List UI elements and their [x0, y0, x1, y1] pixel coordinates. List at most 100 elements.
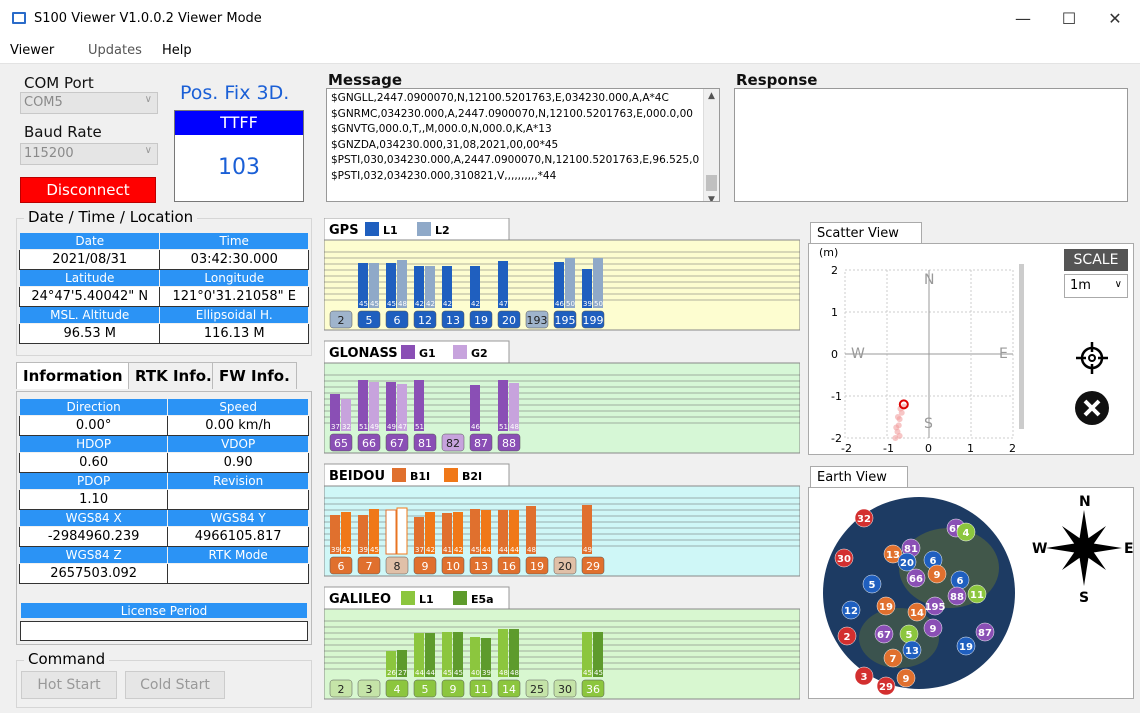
satellite-label: 19	[879, 602, 893, 613]
menu-help[interactable]: Help	[162, 43, 192, 58]
field-value: 03:42:30.000	[159, 249, 309, 270]
scatter-point	[894, 414, 901, 420]
close-button[interactable]: ✕	[1092, 4, 1138, 34]
legend-swatch	[453, 345, 467, 359]
satellite-label: 20	[900, 558, 914, 569]
earth-plot: 3265 430 138120 666 96588 1112 19141952 67 59 871…	[823, 494, 1133, 696]
chevron-down-icon: ∨	[144, 145, 152, 156]
field-value: 0.00°	[18, 415, 169, 436]
date-time-location-title: Date / Time / Location	[24, 208, 198, 226]
ttff-value: 103	[218, 155, 260, 180]
scroll-thumb[interactable]	[706, 174, 717, 191]
legend-swatch	[444, 468, 458, 482]
prn-label: 4	[394, 683, 401, 696]
com-port-label: COM Port	[24, 74, 94, 92]
signal-value: 27	[398, 669, 407, 677]
legend-swatch	[401, 591, 415, 605]
scatter-xtick: 2	[1009, 442, 1016, 454]
field-value: 0.00 km/h	[167, 415, 309, 436]
clear-button[interactable]	[1074, 390, 1110, 426]
signal-value: 44	[499, 546, 508, 554]
prn-label: 19	[530, 560, 544, 573]
scroll-up-icon[interactable]: ▲	[704, 89, 719, 105]
legend-label: L1	[419, 593, 434, 606]
com-port-value: COM5	[24, 95, 63, 110]
tab-scatter-view[interactable]: Scatter View	[810, 222, 922, 244]
signal-value: 48	[499, 669, 508, 677]
scale-select[interactable]: 1m ∨	[1064, 274, 1128, 298]
license-period-value	[20, 621, 308, 641]
ttff-panel: TTFF 103	[174, 110, 304, 202]
signal-value: 45	[443, 669, 452, 677]
field-label: HDOP	[18, 435, 169, 453]
satellite-label: 87	[978, 628, 992, 639]
signal-value: 39	[359, 546, 368, 554]
scatter-xtick: -2	[841, 442, 852, 454]
signal-value: 49	[387, 423, 396, 431]
window-title: S100 Viewer V1.0.0.2 Viewer Mode	[34, 11, 262, 26]
signal-value: 44	[387, 546, 396, 554]
scale-label: SCALE	[1064, 249, 1128, 271]
satellite-label: 9	[930, 624, 937, 635]
tab-information[interactable]: Information	[16, 362, 130, 389]
prn-label: 2	[338, 683, 345, 696]
menu-updates[interactable]: Updates	[88, 43, 142, 58]
prn-label: 5	[366, 314, 373, 327]
tab-rtk-info[interactable]: RTK Info.	[128, 362, 219, 389]
satellite-label: 3	[861, 672, 868, 683]
maximize-button[interactable]: ☐	[1046, 4, 1092, 34]
satellite-label: 19	[959, 642, 973, 653]
com-port-select[interactable]: COM5 ∨	[20, 92, 158, 114]
chart-title: GLONASS	[329, 346, 398, 361]
chart-title: GALILEO	[329, 592, 391, 607]
satellite-label: 9	[934, 570, 941, 581]
scatter-xtick: 0	[925, 442, 932, 454]
field-label: Speed	[167, 398, 309, 416]
menu-viewer[interactable]: Viewer	[10, 43, 54, 58]
satellite-label: 14	[910, 608, 924, 619]
disconnect-button[interactable]: Disconnect	[20, 177, 156, 203]
field-label: Longitude	[159, 269, 309, 287]
legend-label: G2	[471, 347, 488, 360]
scatter-point	[893, 424, 900, 431]
message-scrollbar[interactable]: ▲ ▼	[703, 89, 719, 201]
field-label: RTK Mode	[167, 546, 309, 564]
prn-label: 87	[474, 437, 488, 450]
signal-value: 42	[443, 300, 452, 308]
signal-value: 48	[527, 546, 536, 554]
signal-value: 45	[471, 546, 480, 554]
scatter-ytick: 2	[831, 264, 838, 277]
signal-value: 37	[331, 423, 340, 431]
compass-e: E	[1124, 541, 1133, 557]
field-value: 2021/08/31	[18, 249, 161, 270]
field-value: 121°0'31.21058" E	[159, 286, 309, 307]
prn-label: 10	[446, 560, 460, 573]
message-box[interactable]: $GNGLL,2447.0900070,N,12100.5201763,E,03…	[326, 88, 720, 202]
prn-label: 65	[334, 437, 348, 450]
field-value: 116.13 M	[159, 323, 309, 344]
satellite-label: 195	[925, 602, 946, 613]
field-label: WGS84 Z	[18, 546, 169, 564]
prn-label: 30	[558, 683, 572, 696]
signal-value: 45	[370, 300, 379, 308]
scroll-down-icon[interactable]: ▼	[704, 193, 719, 202]
tab-earth-view[interactable]: Earth View	[810, 466, 908, 488]
prn-label: 88	[502, 437, 516, 450]
center-button[interactable]	[1074, 340, 1110, 376]
field-label: WGS84 X	[18, 509, 169, 527]
baud-rate-select[interactable]: 115200 ∨	[20, 143, 158, 165]
prn-label: 5	[422, 683, 429, 696]
satellite-label: 29	[879, 682, 893, 693]
cold-start-button[interactable]: Cold Start	[125, 671, 225, 699]
response-box[interactable]	[734, 88, 1128, 202]
hot-start-button[interactable]: Hot Start	[21, 671, 117, 699]
minimize-button[interactable]: —	[1000, 4, 1046, 34]
tab-fw-info[interactable]: FW Info.	[212, 362, 297, 389]
command-title: Command	[24, 650, 110, 668]
field-value: 2657503.092	[18, 563, 169, 584]
scatter-unit: (m)	[819, 246, 838, 259]
fix-status: Pos. Fix 3D.	[180, 82, 290, 104]
compass-n: N	[924, 272, 934, 288]
signal-value: 50	[566, 300, 575, 308]
response-label: Response	[736, 71, 818, 89]
